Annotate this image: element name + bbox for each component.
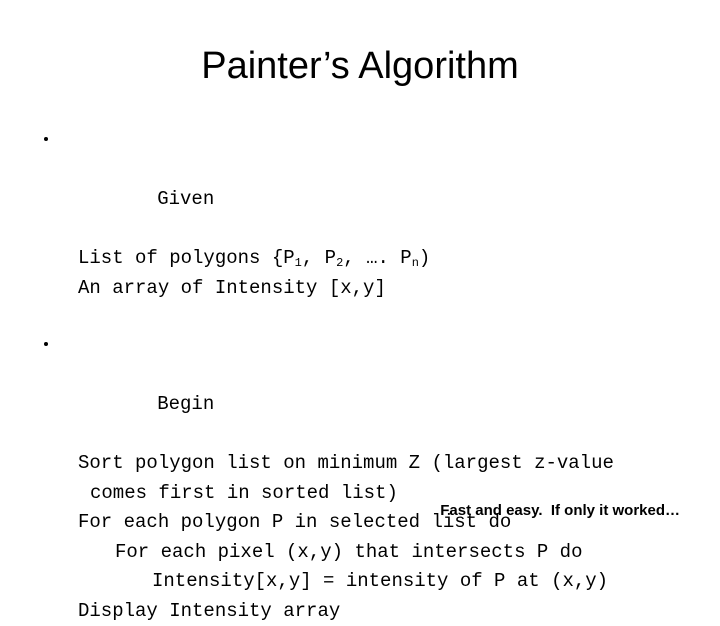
detail-line-intensity-array: An array of Intensity [x,y]	[0, 274, 720, 304]
bullet-item-given: Given	[0, 126, 720, 244]
detail-line-polygon-list: List of polygons {P1, P2, …. Pn)	[0, 244, 720, 274]
bullet-dot-icon	[44, 342, 48, 346]
polygon-list-mid-1: , P	[302, 247, 336, 269]
pseudocode-line-sort: Sort polygon list on minimum Z (largest …	[0, 449, 720, 479]
polygon-subscript-n: n	[412, 256, 419, 270]
bullet-label-given: Given	[157, 185, 214, 215]
bullet-item-begin: Begin	[0, 331, 720, 449]
polygon-subscript-1: 1	[295, 256, 302, 270]
pseudocode-line-display: Display Intensity array	[0, 597, 720, 626]
content-block-given: Given List of polygons {P1, P2, …. Pn) A…	[0, 126, 720, 303]
polygon-list-prefix: List of polygons {P	[78, 247, 295, 269]
slide-canvas: Painter’s Algorithm Given List of polygo…	[0, 0, 720, 540]
footer-note: Fast and easy. If only it worked…	[0, 502, 680, 519]
bullet-label-begin: Begin	[157, 390, 214, 420]
polygon-list-mid-2: , …. P	[343, 247, 411, 269]
polygon-subscript-2: 2	[336, 256, 343, 270]
pseudocode-line-assign-intensity: Intensity[x,y] = intensity of P at (x,y)	[0, 567, 720, 597]
content-block-begin: Begin Sort polygon list on minimum Z (la…	[0, 331, 720, 626]
bullet-dot-icon	[44, 137, 48, 141]
slide-body: Given List of polygons {P1, P2, …. Pn) A…	[0, 126, 720, 626]
page-title: Painter’s Algorithm	[0, 44, 720, 88]
polygon-list-suffix: )	[419, 247, 430, 269]
pseudocode-line-for-each-pixel: For each pixel (x,y) that intersects P d…	[0, 538, 720, 568]
